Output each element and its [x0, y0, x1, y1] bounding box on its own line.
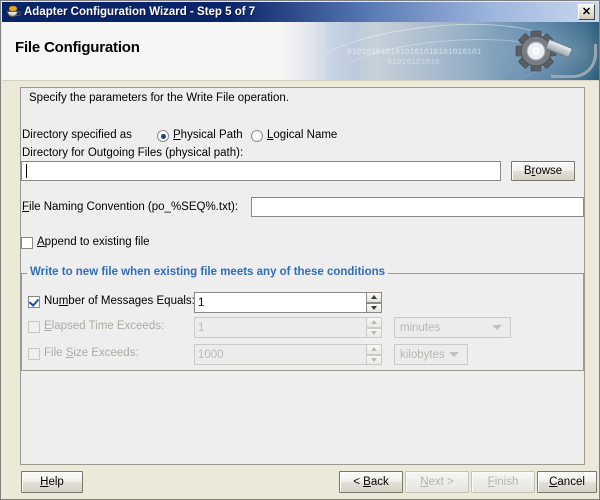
instruction-text: Specify the parameters for the Write Fil…: [29, 92, 289, 104]
spinner-up-icon: [366, 344, 382, 355]
java-coffee-cup-icon: [5, 4, 21, 20]
append-to-existing-file-checkbox[interactable]: [21, 237, 33, 249]
elapsed-time-spinner: [194, 317, 382, 338]
outgoing-directory-label: Directory for Outgoing Files (physical p…: [22, 147, 244, 159]
elapsed-time-unit-combobox: minutes: [394, 317, 511, 338]
elapsed-time-unit-value: minutes: [400, 321, 441, 334]
window-title: Adapter Configuration Wizard - Step 5 of…: [24, 6, 256, 18]
radio-logical-name-label[interactable]: Logical Name: [267, 129, 337, 141]
banner-binary-text-2: 01010101010: [387, 58, 440, 67]
browse-button[interactable]: Browse: [511, 161, 575, 181]
chevron-down-icon: [492, 325, 502, 330]
cancel-button[interactable]: Cancel: [537, 471, 597, 493]
spinner-up-icon[interactable]: [366, 292, 382, 303]
page-title: File Configuration: [15, 39, 140, 56]
directory-specified-as-label: Directory specified as: [22, 129, 132, 141]
number-of-messages-spinner[interactable]: [194, 292, 382, 313]
conditions-groupbox-legend: Write to new file when existing file mee…: [27, 266, 389, 278]
title-bar: Adapter Configuration Wizard - Step 5 of…: [2, 2, 599, 22]
file-naming-convention-input[interactable]: [251, 197, 584, 217]
file-naming-convention-label: File Naming Convention (po_%SEQ%.txt):: [22, 201, 239, 213]
file-size-spinner: [194, 344, 382, 365]
number-of-messages-label[interactable]: Number of Messages Equals:: [44, 295, 195, 307]
banner-binary-text-1: 0101010101010101010101010101: [347, 48, 482, 57]
elapsed-time-spin-buttons: [366, 317, 382, 338]
elapsed-time-label: Elapsed Time Exceeds:: [44, 320, 165, 332]
number-of-messages-checkbox[interactable]: [28, 296, 40, 308]
wizard-banner: File Configuration 010101010101010101010…: [2, 22, 599, 80]
close-icon[interactable]: ✕: [578, 4, 595, 20]
spinner-down-icon[interactable]: [366, 302, 382, 313]
file-size-checkbox: [28, 348, 40, 360]
chevron-down-icon: [449, 352, 459, 357]
file-size-spin-buttons: [366, 344, 382, 365]
banner-artwork: 0101010101010101010101010101 01010101010: [327, 22, 599, 80]
append-to-existing-file-label[interactable]: Append to existing file: [37, 236, 150, 248]
radio-physical-path[interactable]: [157, 130, 169, 142]
elapsed-time-checkbox: [28, 321, 40, 333]
file-size-input: [194, 344, 382, 365]
spinner-up-icon: [366, 317, 382, 328]
banner-gradient-fade: [282, 22, 327, 80]
outgoing-directory-input[interactable]: [21, 161, 501, 181]
adapter-configuration-wizard-window: Adapter Configuration Wizard - Step 5 of…: [0, 0, 600, 500]
next-button: Next >: [405, 471, 469, 493]
number-of-messages-input[interactable]: [194, 292, 382, 313]
file-size-label: File Size Exceeds:: [44, 347, 139, 359]
elapsed-time-input: [194, 317, 382, 338]
banner-bottom-divider: [2, 80, 599, 81]
file-size-unit-value: kilobytes: [400, 348, 445, 361]
text-caret: [26, 164, 27, 178]
spinner-down-icon: [366, 327, 382, 338]
help-button[interactable]: Help: [21, 471, 83, 493]
spinner-down-icon: [366, 354, 382, 365]
number-of-messages-spin-buttons[interactable]: [366, 292, 382, 313]
radio-logical-name[interactable]: [251, 130, 263, 142]
radio-physical-path-label[interactable]: Physical Path: [173, 129, 243, 141]
back-button[interactable]: < Back: [339, 471, 403, 493]
file-size-unit-combobox: kilobytes: [394, 344, 468, 365]
finish-button: Finish: [471, 471, 535, 493]
